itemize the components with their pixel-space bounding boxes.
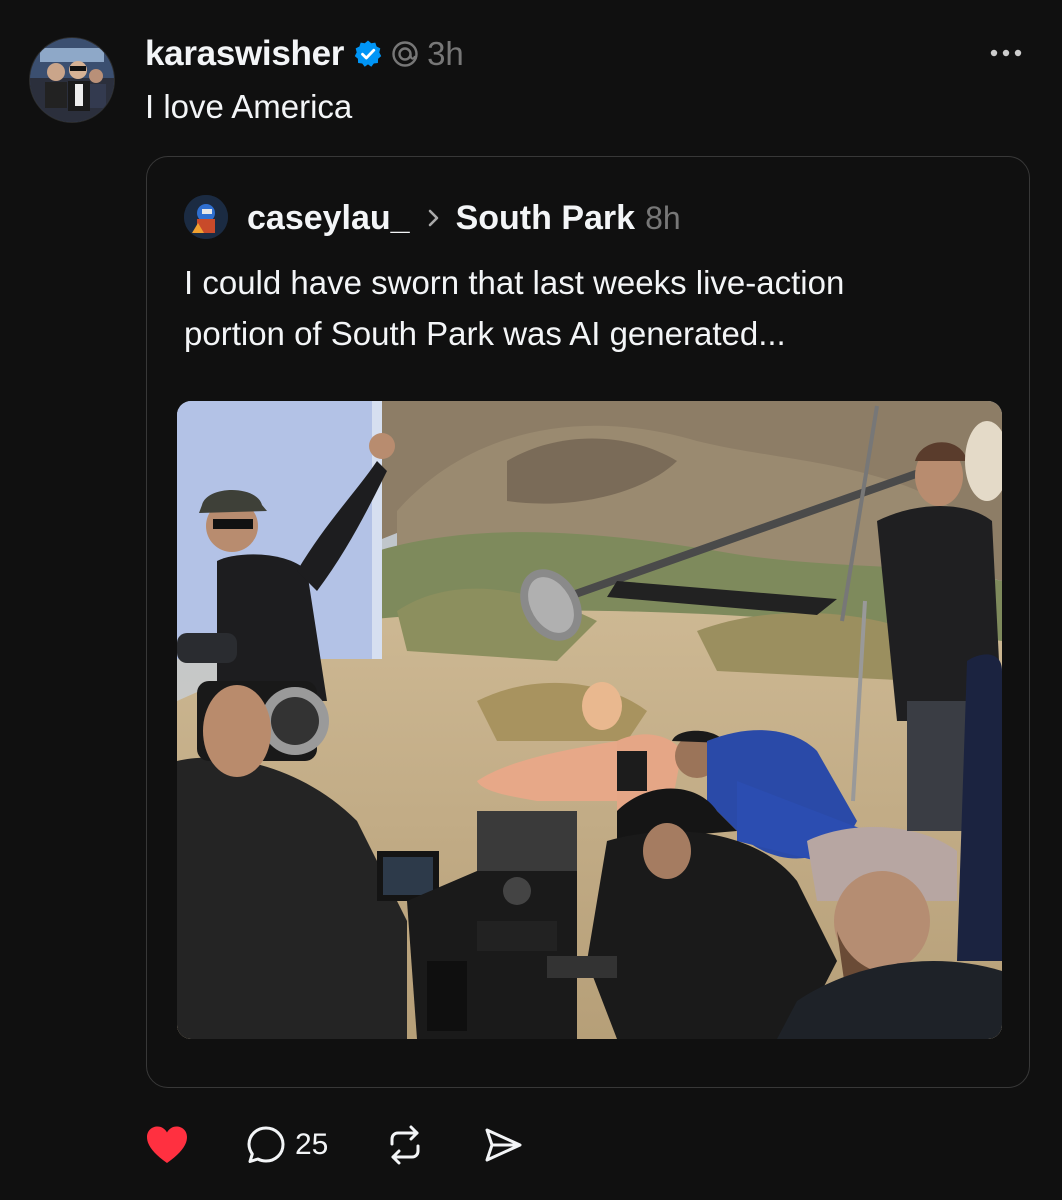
quoted-post-header: caseylau_ South Park 8h <box>247 195 681 241</box>
community-link[interactable]: South Park <box>456 199 635 238</box>
quoted-post-card[interactable]: caseylau_ South Park 8h I could have swo… <box>146 156 1030 1088</box>
threads-icon <box>391 40 419 68</box>
author-username[interactable]: karaswisher <box>145 34 344 74</box>
share-icon[interactable] <box>482 1124 524 1166</box>
author-avatar[interactable] <box>30 38 114 122</box>
heart-icon[interactable] <box>145 1125 189 1165</box>
quoted-author-username[interactable]: caseylau_ <box>247 199 410 238</box>
quoted-author-avatar[interactable] <box>184 195 228 239</box>
quoted-post-text: I could have sworn that last weeks live-… <box>184 257 984 359</box>
repost-icon[interactable] <box>384 1124 426 1166</box>
quoted-text-line-2: portion of South Park was AI generated..… <box>184 315 786 352</box>
reply-button[interactable]: 25 <box>189 1124 328 1166</box>
quoted-text-line-1: I could have sworn that last weeks live-… <box>184 264 845 301</box>
post-actions: 25 <box>145 1122 524 1168</box>
post-header: karaswisher 3h <box>145 30 464 78</box>
quoted-post-time: 8h <box>645 199 681 236</box>
reply-count: 25 <box>295 1128 329 1161</box>
reply-icon <box>245 1124 287 1166</box>
more-icon[interactable] <box>986 38 1026 68</box>
quoted-post-photo[interactable] <box>177 401 1002 1039</box>
post-text: I love America <box>145 88 353 125</box>
chevron-right-icon <box>426 207 442 229</box>
post-time: 3h <box>427 35 464 72</box>
verified-badge-icon <box>353 39 383 69</box>
